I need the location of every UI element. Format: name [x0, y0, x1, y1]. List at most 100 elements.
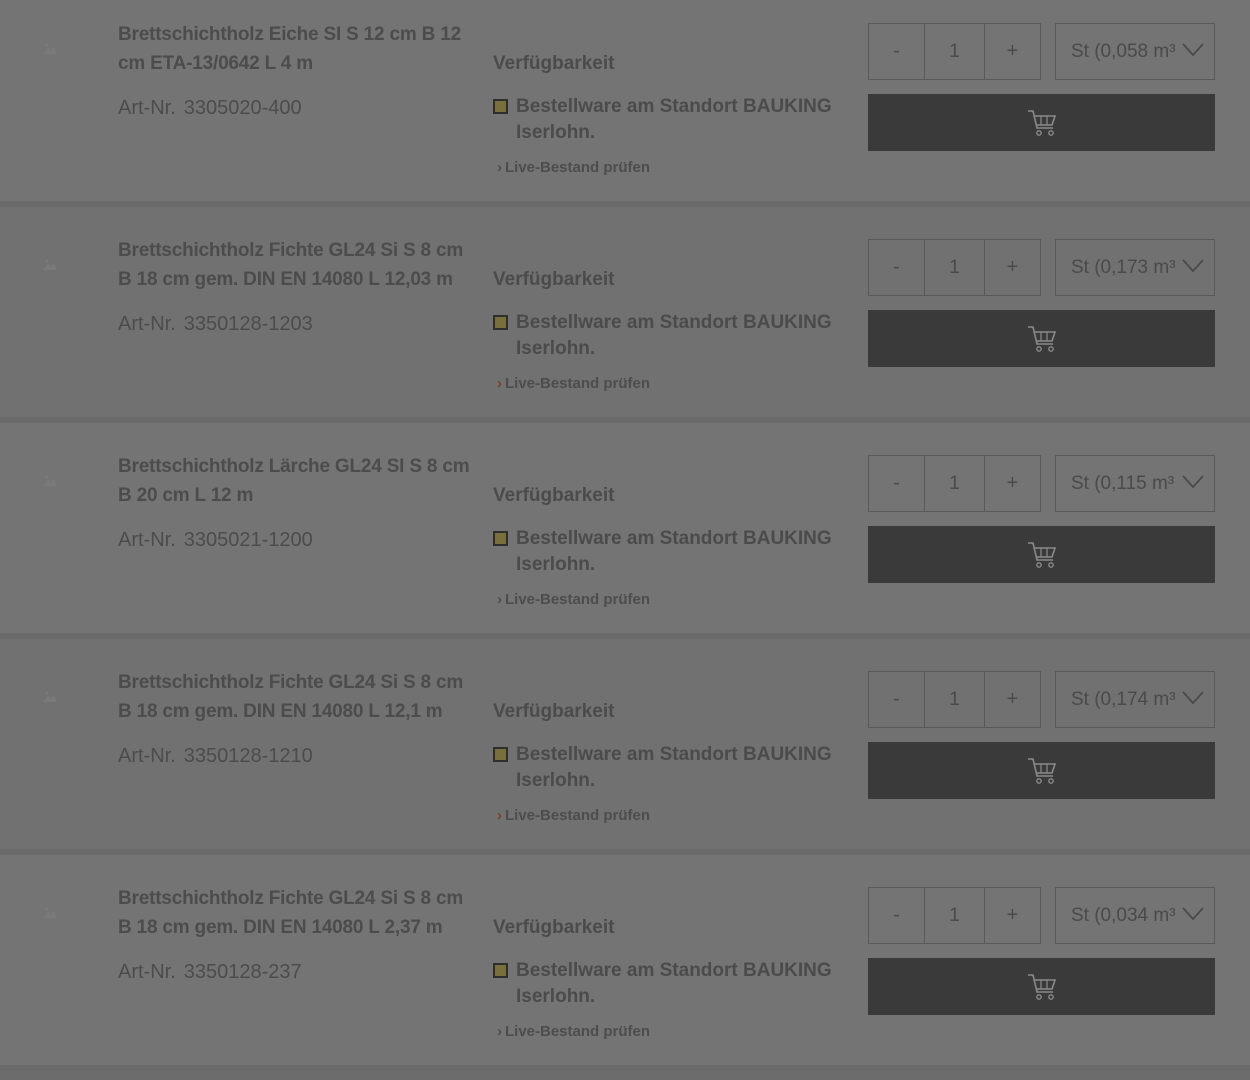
quantity-input[interactable]: 1 — [924, 888, 985, 943]
image-placeholder-icon[interactable] — [40, 255, 60, 275]
article-number-value: 3305021-1200 — [183, 529, 313, 551]
article-number: Art-Nr. 3350128-1210 — [118, 745, 313, 768]
live-stock-link[interactable]: › Live-Bestand prüfen — [497, 159, 650, 176]
image-placeholder-icon[interactable] — [40, 39, 60, 59]
status-indicator-icon — [493, 315, 508, 330]
product-title[interactable]: Brettschichtholz Lärche GL24 SI S 8 cm B… — [118, 453, 473, 510]
article-number: Art-Nr. 3350128-1203 — [118, 313, 313, 336]
add-to-cart-button[interactable] — [868, 958, 1215, 1015]
decrease-quantity-button[interactable]: - — [869, 672, 924, 727]
article-number: Art-Nr. 3350128-237 — [118, 961, 302, 984]
quantity-stepper: - 1 + — [868, 887, 1041, 944]
chevron-right-icon: › — [497, 159, 502, 176]
product-title[interactable]: Brettschichtholz Fichte GL24 Si S 8 cm B… — [118, 669, 473, 726]
availability-heading: Verfügbarkeit — [493, 53, 615, 74]
unit-select-value: St (0,034 m³ — [1071, 904, 1176, 926]
unit-select[interactable]: St (0,174 m³ — [1055, 671, 1215, 728]
chevron-right-icon: › — [497, 1023, 502, 1040]
availability-status-text: Bestellware am Standort BAUKING Iserlohn… — [516, 528, 832, 575]
live-stock-label: Live-Bestand prüfen — [505, 159, 651, 176]
cart-icon — [1027, 109, 1056, 136]
availability-heading: Verfügbarkeit — [493, 269, 615, 290]
article-number-label: Art-Nr. — [118, 961, 176, 983]
product-row: Brettschichtholz Eiche SI S 12 cm B 12 c… — [0, 0, 1250, 207]
quantity-input[interactable]: 1 — [924, 672, 985, 727]
increase-quantity-button[interactable]: + — [985, 24, 1040, 79]
add-to-cart-button[interactable] — [868, 526, 1215, 583]
add-to-cart-button[interactable] — [868, 94, 1215, 151]
unit-select-value: St (0,173 m³ — [1071, 256, 1176, 278]
increase-quantity-button[interactable]: + — [985, 240, 1040, 295]
article-number-value: 3350128-1210 — [183, 745, 313, 767]
live-stock-label: Live-Bestand prüfen — [505, 1023, 651, 1040]
chevron-down-icon — [1182, 43, 1204, 57]
availability-status-text: Bestellware am Standort BAUKING Iserlohn… — [516, 744, 832, 791]
chevron-right-icon: › — [497, 375, 502, 392]
chevron-down-icon — [1182, 691, 1204, 705]
decrease-quantity-button[interactable]: - — [869, 24, 924, 79]
increase-quantity-button[interactable]: + — [985, 672, 1040, 727]
cart-icon — [1027, 757, 1056, 784]
availability-status: Bestellware am Standort BAUKING Iserlohn… — [493, 742, 838, 794]
availability-heading: Verfügbarkeit — [493, 701, 615, 722]
availability-status-text: Bestellware am Standort BAUKING Iserlohn… — [516, 96, 832, 143]
live-stock-link[interactable]: › Live-Bestand prüfen — [497, 1023, 650, 1040]
quantity-input[interactable]: 1 — [924, 24, 985, 79]
availability-status: Bestellware am Standort BAUKING Iserlohn… — [493, 94, 838, 146]
status-indicator-icon — [493, 963, 508, 978]
availability-status-text: Bestellware am Standort BAUKING Iserlohn… — [516, 312, 832, 359]
chevron-down-icon — [1182, 907, 1204, 921]
article-number-label: Art-Nr. — [118, 313, 176, 335]
quantity-stepper: - 1 + — [868, 239, 1041, 296]
quantity-input[interactable]: 1 — [924, 240, 985, 295]
live-stock-link[interactable]: › Live-Bestand prüfen — [497, 375, 650, 392]
image-placeholder-icon[interactable] — [40, 687, 60, 707]
increase-quantity-button[interactable]: + — [985, 888, 1040, 943]
product-row: Brettschichtholz Fichte GL24 Si S 8 cm B… — [0, 855, 1250, 1071]
product-row: Brettschichtholz Lärche GL24 SI S 8 cm B… — [0, 423, 1250, 639]
product-row: Brettschichtholz Fichte GL24 Si S 8 cm B… — [0, 639, 1250, 855]
article-number-label: Art-Nr. — [118, 97, 176, 119]
unit-select-value: St (0,058 m³ — [1071, 40, 1176, 62]
status-indicator-icon — [493, 99, 508, 114]
cart-icon — [1027, 973, 1056, 1000]
product-title[interactable]: Brettschichtholz Fichte GL24 Si S 8 cm B… — [118, 885, 473, 942]
availability-heading: Verfügbarkeit — [493, 485, 615, 506]
product-list: Brettschichtholz Eiche SI S 12 cm B 12 c… — [0, 0, 1250, 1071]
unit-select-value: St (0,174 m³ — [1071, 688, 1176, 710]
unit-select[interactable]: St (0,115 m³ — [1055, 455, 1215, 512]
status-indicator-icon — [493, 531, 508, 546]
quantity-stepper: - 1 + — [868, 23, 1041, 80]
cart-icon — [1027, 541, 1056, 568]
availability-heading: Verfügbarkeit — [493, 917, 615, 938]
article-number-label: Art-Nr. — [118, 745, 176, 767]
article-number: Art-Nr. 3305021-1200 — [118, 529, 313, 552]
article-number: Art-Nr. 3305020-400 — [118, 97, 302, 120]
image-placeholder-icon[interactable] — [40, 903, 60, 923]
live-stock-label: Live-Bestand prüfen — [505, 375, 651, 392]
decrease-quantity-button[interactable]: - — [869, 240, 924, 295]
image-placeholder-icon[interactable] — [40, 471, 60, 491]
availability-status: Bestellware am Standort BAUKING Iserlohn… — [493, 310, 838, 362]
unit-select[interactable]: St (0,173 m³ — [1055, 239, 1215, 296]
add-to-cart-button[interactable] — [868, 742, 1215, 799]
chevron-right-icon: › — [497, 591, 502, 608]
unit-select[interactable]: St (0,034 m³ — [1055, 887, 1215, 944]
unit-select[interactable]: St (0,058 m³ — [1055, 23, 1215, 80]
live-stock-link[interactable]: › Live-Bestand prüfen — [497, 807, 650, 824]
cart-icon — [1027, 325, 1056, 352]
add-to-cart-button[interactable] — [868, 310, 1215, 367]
live-stock-label: Live-Bestand prüfen — [505, 807, 651, 824]
quantity-stepper: - 1 + — [868, 455, 1041, 512]
live-stock-link[interactable]: › Live-Bestand prüfen — [497, 591, 650, 608]
chevron-down-icon — [1182, 475, 1204, 489]
product-title[interactable]: Brettschichtholz Fichte GL24 Si S 8 cm B… — [118, 237, 473, 294]
decrease-quantity-button[interactable]: - — [869, 456, 924, 511]
quantity-input[interactable]: 1 — [924, 456, 985, 511]
article-number-value: 3305020-400 — [183, 97, 302, 119]
increase-quantity-button[interactable]: + — [985, 456, 1040, 511]
decrease-quantity-button[interactable]: - — [869, 888, 924, 943]
product-title[interactable]: Brettschichtholz Eiche SI S 12 cm B 12 c… — [118, 21, 473, 78]
availability-status: Bestellware am Standort BAUKING Iserlohn… — [493, 526, 838, 578]
chevron-down-icon — [1182, 259, 1204, 273]
